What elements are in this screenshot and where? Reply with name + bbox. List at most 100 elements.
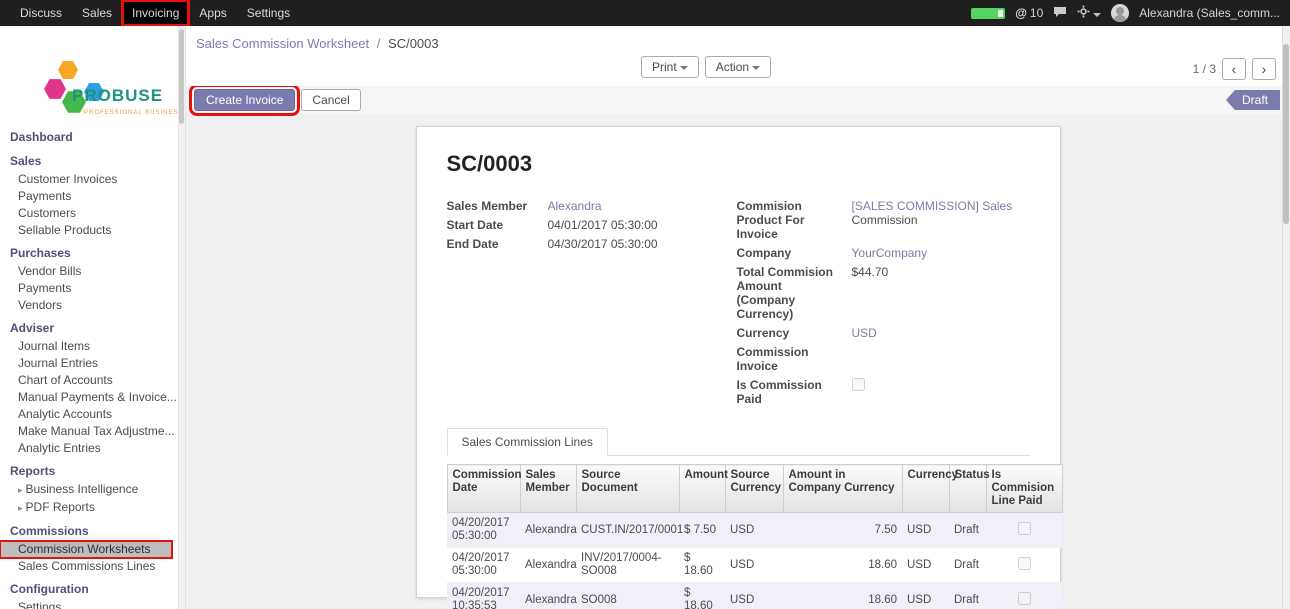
- sidebar-item-customer-invoices[interactable]: Customer Invoices: [0, 171, 185, 188]
- field-label: Commision Product For Invoice: [737, 199, 852, 241]
- field-group-left: Sales Member Alexandra Start Date 04/01/…: [447, 199, 737, 411]
- col-source-document[interactable]: Source Document: [576, 465, 679, 513]
- menu-invoicing[interactable]: Invoicing: [122, 0, 189, 26]
- commission-product-link[interactable]: [SALES COMMISSION] Sales: [852, 199, 1030, 213]
- breadcrumb-parent-link[interactable]: Sales Commission Worksheet: [196, 36, 369, 51]
- logo-name: PROBUSE: [72, 86, 163, 106]
- field-start-date: Start Date 04/01/2017 05:30:00: [447, 218, 737, 232]
- cell-amount: $ 18.60: [679, 583, 725, 609]
- cell-amount-company: 7.50: [783, 513, 902, 548]
- col-commission-date[interactable]: Commission Date: [447, 465, 520, 513]
- menu-apps[interactable]: Apps: [189, 0, 236, 26]
- expand-arrow-icon[interactable]: ▸: [18, 503, 23, 513]
- sidebar-section-commissions: Commissions: [0, 522, 185, 541]
- menu-sales[interactable]: Sales: [72, 0, 122, 26]
- field-label: Currency: [737, 326, 852, 340]
- sidebar-item-manual-payments-invoice[interactable]: Manual Payments & Invoice...: [0, 389, 185, 406]
- pager-next-button[interactable]: ›: [1252, 58, 1276, 80]
- activities-button[interactable]: @ 10: [1015, 6, 1043, 20]
- sidebar-item-journal-items[interactable]: Journal Items: [0, 338, 185, 355]
- field-label: Total Commision Amount (Company Currency…: [737, 265, 852, 321]
- breadcrumb-current: SC/0003: [388, 36, 439, 51]
- is-commission-paid-checkbox: [852, 378, 865, 391]
- table-row[interactable]: 04/20/2017 05:30:00 Alexandra CUST.IN/20…: [447, 513, 1062, 548]
- col-is-commission-line-paid[interactable]: Is Commision Line Paid: [986, 465, 1062, 513]
- col-source-currency[interactable]: Source Currency: [725, 465, 783, 513]
- sidebar-item-chart-of-accounts[interactable]: Chart of Accounts: [0, 372, 185, 389]
- table-header-row: Commission Date Sales Member Source Docu…: [447, 465, 1062, 513]
- page-scrollbar-thumb[interactable]: [1283, 44, 1289, 224]
- sidebar-item-sales-commissions-lines[interactable]: Sales Commissions Lines: [0, 558, 185, 575]
- user-menu[interactable]: Alexandra (Sales_comm...: [1139, 6, 1280, 20]
- form-toolbar: Create Invoice Cancel Draft: [186, 86, 1290, 114]
- sidebar-scrollbar-thumb[interactable]: [179, 29, 184, 124]
- sidebar-section-purchases: Purchases: [0, 244, 185, 263]
- table-row[interactable]: 04/20/2017 10:35:53 Alexandra SO008 $ 18…: [447, 583, 1062, 609]
- developer-tools-icon[interactable]: [1077, 5, 1101, 21]
- sidebar-item-pdf-reports[interactable]: ▸PDF Reports: [0, 499, 185, 517]
- col-status[interactable]: Status: [949, 465, 986, 513]
- pager-previous-button[interactable]: ‹: [1222, 58, 1246, 80]
- line-paid-checkbox: [1018, 522, 1031, 535]
- col-currency[interactable]: Currency: [902, 465, 949, 513]
- sidebar-item-make-manual-tax-adjustment[interactable]: Make Manual Tax Adjustme...: [0, 423, 185, 440]
- app-menus: Discuss Sales Invoicing Apps Settings: [10, 0, 300, 26]
- sidebar-item-journal-entries[interactable]: Journal Entries: [0, 355, 185, 372]
- sidebar-item-commission-worksheets[interactable]: Commission Worksheets: [0, 541, 172, 558]
- messages-icon[interactable]: [1053, 6, 1067, 21]
- top-menubar: Discuss Sales Invoicing Apps Settings @ …: [0, 0, 1290, 26]
- sidebar-item-vendors[interactable]: Vendors: [0, 297, 185, 314]
- cancel-button[interactable]: Cancel: [301, 89, 360, 111]
- create-invoice-button[interactable]: Create Invoice: [194, 89, 295, 111]
- sidebar-section-sales: Sales: [0, 152, 185, 171]
- sidebar-item-sellable-products[interactable]: Sellable Products: [0, 222, 185, 239]
- sidebar-item-customers[interactable]: Customers: [0, 205, 185, 222]
- breadcrumb: Sales Commission Worksheet / SC/0003: [196, 36, 439, 51]
- avatar: [1111, 4, 1129, 22]
- cell-currency: USD: [902, 548, 949, 583]
- col-amount[interactable]: Amount: [679, 465, 725, 513]
- total-commission-value: $44.70: [852, 265, 1030, 279]
- field-label: Commission Invoice: [737, 345, 852, 373]
- page-scrollbar[interactable]: [1282, 26, 1290, 609]
- logo-tagline: PROFESSIONAL BUSINESS: [84, 110, 183, 116]
- cell-commission-date: 04/20/2017 05:30:00: [447, 513, 520, 548]
- cell-sales-member: Alexandra: [520, 513, 576, 548]
- sidebar-item-vendor-bills[interactable]: Vendor Bills: [0, 263, 185, 280]
- menu-settings[interactable]: Settings: [237, 0, 300, 26]
- sidebar-item-settings[interactable]: Settings: [0, 599, 185, 609]
- col-amount-company-currency[interactable]: Amount in Company Currency: [783, 465, 902, 513]
- field-groups: Sales Member Alexandra Start Date 04/01/…: [447, 199, 1030, 411]
- table-row[interactable]: 04/20/2017 05:30:00 Alexandra INV/2017/0…: [447, 548, 1062, 583]
- sidebar-item-dashboard[interactable]: Dashboard: [0, 128, 185, 147]
- menu-discuss[interactable]: Discuss: [10, 0, 72, 26]
- activity-count: 10: [1030, 6, 1043, 20]
- sidebar: PROBUSE PROFESSIONAL BUSINESS Dashboard …: [0, 26, 186, 609]
- tab-sales-commission-lines[interactable]: Sales Commission Lines: [447, 428, 608, 456]
- app-logo: PROBUSE PROFESSIONAL BUSINESS: [0, 26, 185, 126]
- currency-link[interactable]: USD: [852, 326, 1030, 340]
- sidebar-item-payments-purchases[interactable]: Payments: [0, 280, 185, 297]
- action-dropdown-button[interactable]: Action: [705, 56, 771, 78]
- expand-arrow-icon[interactable]: ▸: [18, 485, 23, 495]
- print-dropdown-button[interactable]: Print: [641, 56, 699, 78]
- field-total-commission: Total Commision Amount (Company Currency…: [737, 265, 1030, 321]
- sidebar-item-business-intelligence[interactable]: ▸Business Intelligence: [0, 481, 185, 499]
- cell-amount-company: 18.60: [783, 548, 902, 583]
- field-commission-product: Commision Product For Invoice [SALES COM…: [737, 199, 1030, 241]
- cell-source-document: SO008: [576, 583, 679, 609]
- sidebar-item-payments-sales[interactable]: Payments: [0, 188, 185, 205]
- field-label: Start Date: [447, 218, 548, 232]
- field-group-right: Commision Product For Invoice [SALES COM…: [737, 199, 1030, 411]
- cell-sales-member: Alexandra: [520, 548, 576, 583]
- cell-commission-date: 04/20/2017 05:30:00: [447, 548, 520, 583]
- col-sales-member[interactable]: Sales Member: [520, 465, 576, 513]
- pager: 1 / 3 ‹ ›: [1193, 58, 1276, 80]
- sidebar-item-analytic-entries[interactable]: Analytic Entries: [0, 440, 185, 457]
- sidebar-scrollbar[interactable]: [178, 26, 185, 609]
- sales-member-link[interactable]: Alexandra: [548, 199, 737, 213]
- start-date-value: 04/01/2017 05:30:00: [548, 218, 737, 232]
- sidebar-item-analytic-accounts[interactable]: Analytic Accounts: [0, 406, 185, 423]
- cell-source-currency: USD: [725, 548, 783, 583]
- company-link[interactable]: YourCompany: [852, 246, 1030, 260]
